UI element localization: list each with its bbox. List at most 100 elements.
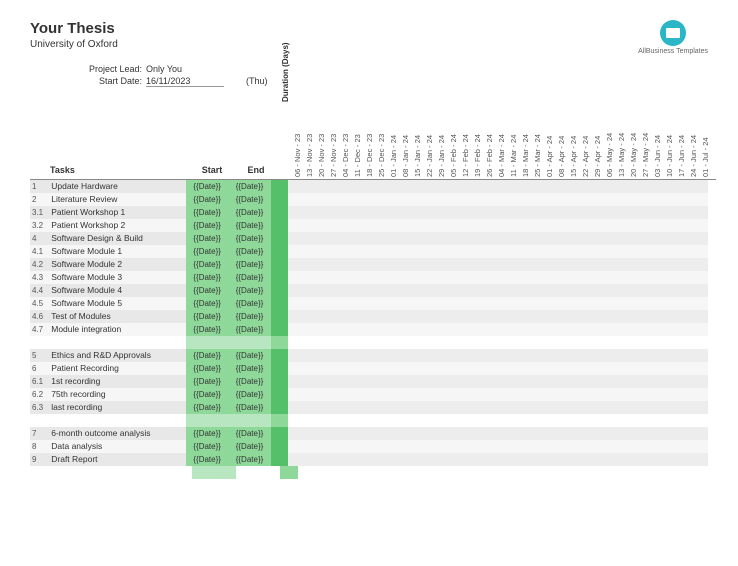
task-row: 6.11st recording{{Date}}{{Date}} <box>30 375 708 388</box>
task-start[interactable]: {{Date}} <box>186 349 228 362</box>
task-duration <box>271 232 288 245</box>
start-date-day: (Thu) <box>246 76 268 87</box>
task-name: Module integration <box>51 323 186 336</box>
doc-title: Your Thesis <box>30 20 708 37</box>
task-start[interactable]: {{Date}} <box>186 427 228 440</box>
task-id: 4.2 <box>30 258 51 271</box>
task-id: 1 <box>30 180 51 193</box>
task-name: 75th recording <box>51 388 186 401</box>
header: Your Thesis University of Oxford AllBusi… <box>30 20 708 50</box>
gantt-area <box>288 453 708 466</box>
task-end[interactable]: {{Date}} <box>228 271 270 284</box>
task-duration <box>271 375 288 388</box>
task-end[interactable]: {{Date}} <box>228 427 270 440</box>
task-start[interactable]: {{Date}} <box>186 297 228 310</box>
col-start: Start <box>190 165 234 180</box>
start-date-value[interactable]: 16/11/2023 <box>146 76 224 87</box>
gantt-area <box>288 427 708 440</box>
task-start[interactable]: {{Date}} <box>186 362 228 375</box>
task-start[interactable]: {{Date}} <box>186 310 228 323</box>
task-end[interactable]: {{Date}} <box>228 453 270 466</box>
task-end[interactable]: {{Date}} <box>228 206 270 219</box>
task-start[interactable]: {{Date}} <box>186 388 228 401</box>
task-start[interactable]: {{Date}} <box>186 245 228 258</box>
task-start[interactable]: {{Date}} <box>186 232 228 245</box>
task-start[interactable]: {{Date}} <box>186 206 228 219</box>
task-end[interactable]: {{Date}} <box>228 310 270 323</box>
task-duration <box>271 258 288 271</box>
task-row: 4.7Module integration{{Date}}{{Date}} <box>30 323 708 336</box>
task-name: Patient Workshop 1 <box>51 206 186 219</box>
task-id: 4.5 <box>30 297 51 310</box>
lead-label: Project Lead: <box>70 64 146 74</box>
task-duration <box>271 180 288 193</box>
gantt-area <box>288 245 708 258</box>
task-end[interactable]: {{Date}} <box>228 401 270 414</box>
task-name: 1st recording <box>51 375 186 388</box>
task-end[interactable]: {{Date}} <box>228 440 270 453</box>
task-row: 4.1Software Module 1{{Date}}{{Date}} <box>30 245 708 258</box>
task-row: 3.1Patient Workshop 1{{Date}}{{Date}} <box>30 206 708 219</box>
gantt-area <box>288 362 708 375</box>
task-row: 9Draft Report{{Date}}{{Date}} <box>30 453 708 466</box>
task-duration <box>271 271 288 284</box>
gantt-area <box>288 375 708 388</box>
task-name: last recording <box>51 401 186 414</box>
task-end[interactable]: {{Date}} <box>228 232 270 245</box>
task-id: 4.3 <box>30 271 51 284</box>
task-id: 4.1 <box>30 245 51 258</box>
task-row: 6.3last recording{{Date}}{{Date}} <box>30 401 708 414</box>
task-row: 4.2Software Module 2{{Date}}{{Date}} <box>30 258 708 271</box>
task-start[interactable]: {{Date}} <box>186 180 228 193</box>
task-end[interactable]: {{Date}} <box>228 349 270 362</box>
gantt-area <box>288 180 708 193</box>
task-name: 6-month outcome analysis <box>51 427 186 440</box>
task-end[interactable]: {{Date}} <box>228 193 270 206</box>
task-start[interactable]: {{Date}} <box>186 440 228 453</box>
task-id: 3.1 <box>30 206 51 219</box>
task-end[interactable]: {{Date}} <box>228 219 270 232</box>
logo-text: AllBusiness Templates <box>638 48 708 55</box>
logo: AllBusiness Templates <box>638 20 708 55</box>
gantt-area <box>288 388 708 401</box>
start-date-label: Start Date: <box>70 76 146 87</box>
task-id: 6.3 <box>30 401 51 414</box>
task-name: Patient Workshop 2 <box>51 219 186 232</box>
task-end[interactable]: {{Date}} <box>228 323 270 336</box>
gantt-area <box>288 206 708 219</box>
task-row: 4.4Software Module 4{{Date}}{{Date}} <box>30 284 708 297</box>
task-id: 5 <box>30 349 51 362</box>
task-row: 1Update Hardware{{Date}}{{Date}} <box>30 180 708 193</box>
task-name: Ethics and R&D Approvals <box>51 349 186 362</box>
gantt-area <box>288 219 708 232</box>
task-name: Update Hardware <box>51 180 186 193</box>
task-end[interactable]: {{Date}} <box>228 258 270 271</box>
task-name: Software Module 1 <box>51 245 186 258</box>
task-end[interactable]: {{Date}} <box>228 180 270 193</box>
task-duration <box>271 193 288 206</box>
task-id: 4.4 <box>30 284 51 297</box>
task-name: Software Module 5 <box>51 297 186 310</box>
task-id: 6.1 <box>30 375 51 388</box>
summary-row <box>30 466 708 479</box>
task-start[interactable]: {{Date}} <box>186 323 228 336</box>
task-start[interactable]: {{Date}} <box>186 258 228 271</box>
task-end[interactable]: {{Date}} <box>228 297 270 310</box>
task-start[interactable]: {{Date}} <box>186 193 228 206</box>
col-duration: Duration (Days) <box>281 84 290 102</box>
task-start[interactable]: {{Date}} <box>186 219 228 232</box>
task-start[interactable]: {{Date}} <box>186 271 228 284</box>
task-start[interactable]: {{Date}} <box>186 375 228 388</box>
task-row: 4.6Test of Modules{{Date}}{{Date}} <box>30 310 708 323</box>
task-end[interactable]: {{Date}} <box>228 375 270 388</box>
task-end[interactable]: {{Date}} <box>228 245 270 258</box>
task-start[interactable]: {{Date}} <box>186 401 228 414</box>
task-start[interactable]: {{Date}} <box>186 453 228 466</box>
gantt-area <box>288 193 708 206</box>
doc-subtitle: University of Oxford <box>30 39 708 50</box>
task-start[interactable]: {{Date}} <box>186 284 228 297</box>
task-row: 8Data analysis{{Date}}{{Date}} <box>30 440 708 453</box>
task-end[interactable]: {{Date}} <box>228 284 270 297</box>
task-end[interactable]: {{Date}} <box>228 388 270 401</box>
task-end[interactable]: {{Date}} <box>228 362 270 375</box>
